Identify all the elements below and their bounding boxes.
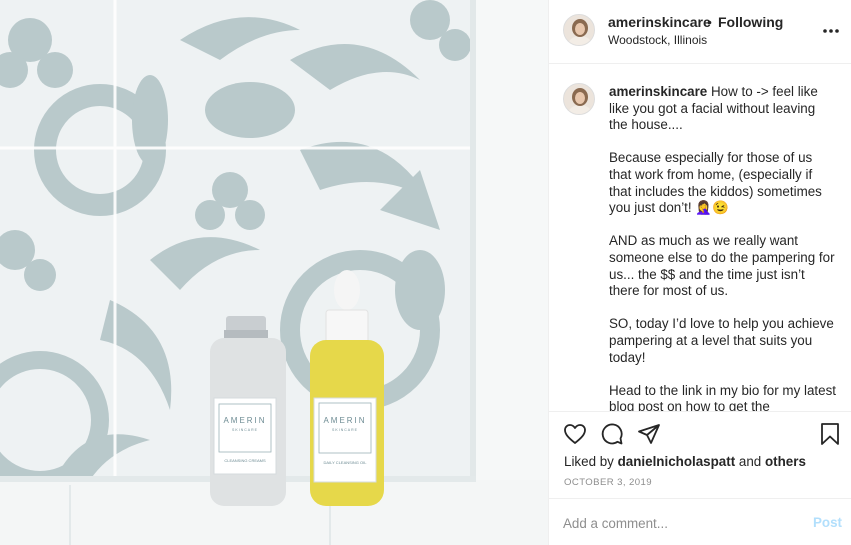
cleansing-creams-bottle <box>210 316 286 506</box>
heart-icon[interactable] <box>563 422 587 446</box>
ellipsis-icon[interactable] <box>822 22 840 40</box>
profile-photo-icon <box>564 15 594 45</box>
location-link[interactable]: Woodstock, Illinois <box>608 33 707 47</box>
following-button[interactable]: Following <box>718 14 783 30</box>
liked-by-and: and <box>735 454 765 469</box>
right-label-sub: SKINCARE <box>332 428 358 432</box>
caption-paragraph: SO, today I’d love to help you achieve p… <box>609 316 834 365</box>
post-photo[interactable]: AMERIN SKINCARE CLEANSING CREAMS AMERIN … <box>0 0 548 545</box>
header-separator: • <box>707 14 712 30</box>
caption-text: amerinskincare How to -> feel like like … <box>609 84 837 411</box>
caption-username[interactable]: amerinskincare <box>609 84 707 99</box>
liked-by-others-link[interactable]: others <box>765 454 806 469</box>
left-label-product: CLEANSING CREAMS <box>224 458 266 463</box>
post-date[interactable]: OCTOBER 3, 2019 <box>564 477 652 488</box>
left-label-sub: SKINCARE <box>232 428 258 432</box>
avatar[interactable] <box>563 14 595 46</box>
right-label-brand: AMERIN <box>323 416 366 425</box>
post-side-panel: amerinskincare • Following Woodstock, Il… <box>548 0 851 545</box>
post-comment-button[interactable]: Post <box>813 515 842 530</box>
comment-bubble-icon[interactable] <box>600 422 624 446</box>
liked-by-user-link[interactable]: danielnicholaspatt <box>618 454 736 469</box>
comment-input[interactable] <box>563 513 793 533</box>
post-actions: Liked by danielnicholaspatt and others O… <box>549 411 851 545</box>
avatar[interactable] <box>563 83 595 115</box>
caption-scroll-area[interactable]: amerinskincare How to -> feel like like … <box>549 65 851 411</box>
bookmark-icon[interactable] <box>818 422 842 446</box>
caption-paragraph: Head to the link in my bio for my latest… <box>609 382 836 411</box>
comment-composer: Post <box>549 498 851 545</box>
caption-paragraph: Because especially for those of us that … <box>609 150 822 216</box>
paper-plane-icon[interactable] <box>637 422 661 446</box>
post-header: amerinskincare • Following Woodstock, Il… <box>549 0 851 64</box>
caption-paragraph: AND as much as we really want someone el… <box>609 233 835 299</box>
profile-photo-icon <box>564 84 594 114</box>
left-label-brand: AMERIN <box>223 416 266 425</box>
right-label-product: DAILY CLEANSING OIL <box>324 460 368 465</box>
liked-by-prefix: Liked by <box>564 454 618 469</box>
tile-background: AMERIN SKINCARE CLEANSING CREAMS AMERIN … <box>0 0 548 545</box>
header-username[interactable]: amerinskincare <box>608 14 711 30</box>
liked-by-text: Liked by danielnicholaspatt and others <box>564 454 806 469</box>
